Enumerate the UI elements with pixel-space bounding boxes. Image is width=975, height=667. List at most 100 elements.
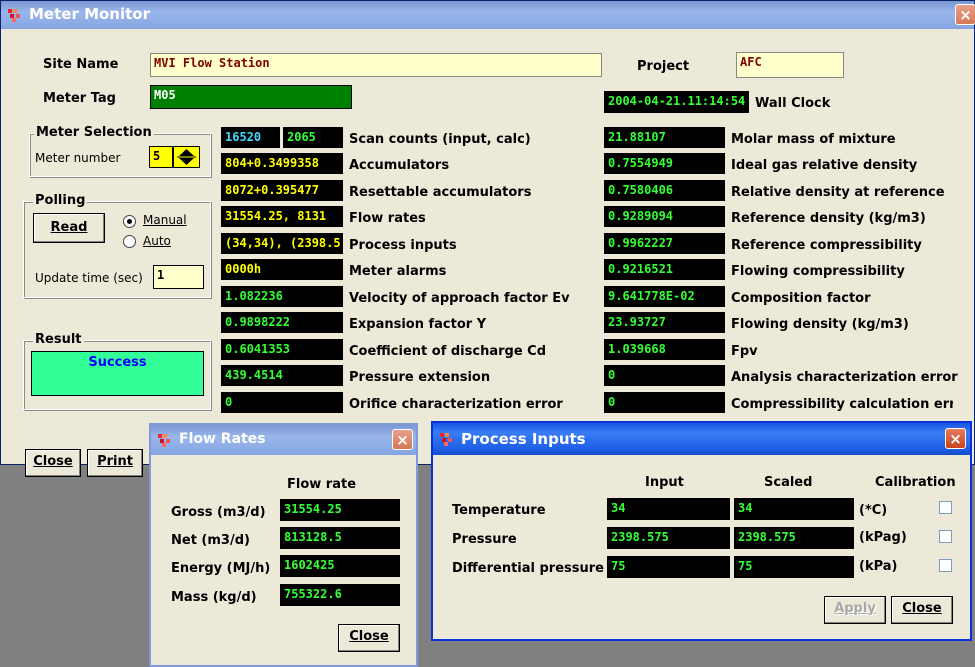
main-close-button[interactable]: Close [25,449,81,477]
temperature-label: Temperature [452,503,546,518]
result-value: Success [88,355,147,370]
net-field: 813128.5 [280,527,400,549]
temperature-calibration-checkbox-icon[interactable] [939,501,952,514]
orifice-error-field: 0 [221,392,343,413]
manual-radio-icon[interactable] [123,215,136,228]
differential-pressure-calibration-checkbox-icon[interactable] [939,559,952,572]
flowing-compressibility-label: Flowing compressibility [731,264,905,279]
pressure-input-field: 2398.575 [607,527,730,549]
app-icon [158,434,170,447]
expansion-factor-field: 0.9898222 [221,312,343,333]
update-time-label: Update time (sec) [35,271,143,285]
print-button[interactable]: Print [87,449,143,477]
read-button[interactable]: Read [33,213,105,243]
manual-label: Manual [143,213,187,227]
reference-compressibility-field: 0.9962227 [604,233,725,254]
meter-tag-label: Meter Tag [43,91,116,106]
flow-rates-label: Flow rates [349,211,426,226]
scan-counts-label: Scan counts (input, calc) [349,132,531,147]
relative-density-field: 0.7580406 [604,180,725,201]
expansion-factor-label: Expansion factor Y [349,317,487,332]
pressure-scaled-field: 2398.575 [734,527,854,549]
close-icon[interactable]: × [945,428,966,449]
process-inputs-close-label: Close [902,601,942,616]
process-inputs-window: Process Inputs × Input Scaled Calibratio… [431,421,972,641]
temperature-scaled-field: 34 [734,498,854,520]
velocity-factor-field: 1.082236 [221,286,343,307]
main-close-label: Close [33,454,73,469]
scan-count-calc-field: 2065 [283,127,343,148]
discharge-coefficient-field: 0.6041353 [221,339,343,360]
scan-count-input-field: 16520 [221,127,280,148]
close-icon[interactable]: × [392,429,413,450]
accumulators-field: 804+0.3499358 [221,153,343,174]
differential-pressure-input-field: 75 [607,556,730,578]
process-inputs-titlebar[interactable]: Process Inputs × [433,423,970,455]
flow-rates-close-button[interactable]: Close [338,624,400,652]
mass-field: 755322.6 [280,584,400,606]
flowing-density-label: Flowing density (kg/m3) [731,317,909,332]
app-icon [440,433,452,446]
spin-up-down-icon[interactable] [173,146,200,168]
app-icon [8,9,20,22]
compressibility-error-label: Compressibility calculation err [731,397,953,412]
flow-rate-header: Flow rate [287,477,357,492]
read-button-label: Read [50,220,88,235]
input-header: Input [645,475,684,490]
flow-rates-titlebar[interactable]: Flow Rates × [151,425,416,455]
gross-label: Gross (m3/d) [171,505,266,520]
pressure-calibration-checkbox-icon[interactable] [939,530,952,543]
compressibility-error-field: 0 [604,392,725,413]
fpv-field: 1.039668 [604,339,725,360]
energy-label: Energy (MJ/h) [171,561,271,576]
wall-clock-field: 2004-04-21.11:14:54 [604,91,749,113]
ideal-gas-density-field: 0.7554949 [604,153,725,174]
pressure-unit: (kPag) [859,530,907,545]
resettable-accumulators-field: 8072+0.395477 [221,180,343,201]
manual-label-text: Manual [143,213,187,227]
meter-number-field[interactable]: 5 [149,146,173,168]
flow-rates-window: Flow Rates × Flow rate Gross (m3/d) 3155… [149,423,418,667]
meter-tag-field: M05 [150,85,352,109]
process-inputs-close-button[interactable]: Close [891,596,953,624]
differential-pressure-unit: (kPa) [859,559,898,574]
close-icon[interactable]: × [955,4,975,25]
pressure-extension-field: 439.4514 [221,365,343,386]
meter-number-label: Meter number [35,151,121,165]
process-inputs-field: (34,34), (2398.5 [221,233,343,254]
scaled-header: Scaled [764,475,813,490]
window-title: Meter Monitor [29,5,150,23]
auto-radio-icon[interactable] [123,235,136,248]
meter-alarms-field: 0000h [221,259,343,280]
apply-button[interactable]: Apply [824,596,886,624]
temperature-unit: (*C) [859,503,888,518]
update-time-field[interactable]: 1 [153,265,204,289]
site-name-field[interactable]: MVI Flow Station [150,53,602,77]
differential-pressure-label: Differential pressure [452,561,604,576]
energy-field: 1602425 [280,555,400,577]
process-inputs-label: Process inputs [349,238,457,253]
wall-clock-label: Wall Clock [755,96,831,111]
temperature-input-field: 34 [607,498,730,520]
flow-rates-title: Flow Rates [179,431,266,447]
fpv-label: Fpv [731,344,758,359]
project-field[interactable]: AFC [736,52,844,78]
meter-monitor-window: Meter Monitor × Site Name MVI Flow Stati… [0,0,975,477]
composition-factor-label: Composition factor [731,291,871,306]
flow-rates-close-label: Close [349,629,389,644]
polling-title: Polling [33,193,88,208]
analysis-error-label: Analysis characterization error [731,370,958,385]
meter-monitor-titlebar[interactable]: Meter Monitor × [1,1,975,29]
process-inputs-title: Process Inputs [461,430,586,448]
mass-label: Mass (kg/d) [171,590,257,605]
reference-density-field: 0.9289094 [604,206,725,227]
reference-density-label: Reference density (kg/m3) [731,211,926,226]
meter-selection-title: Meter Selection [34,125,154,140]
composition-factor-field: 9.641778E-02 [604,286,725,307]
radio-selected-dot [127,219,132,224]
reference-compressibility-label: Reference compressibility [731,238,922,253]
pressure-label: Pressure [452,532,517,547]
discharge-coefficient-label: Coefficient of discharge Cd [349,344,547,359]
resettable-accumulators-label: Resettable accumulators [349,185,532,200]
analysis-error-field: 0 [604,365,725,386]
